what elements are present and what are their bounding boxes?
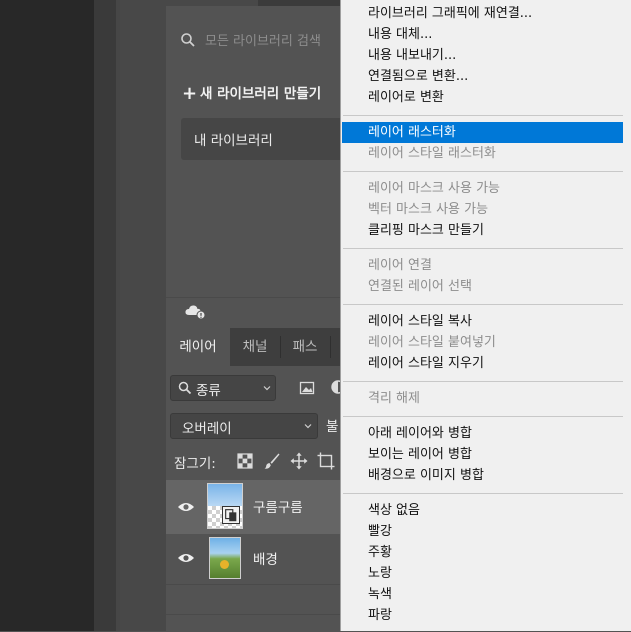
eye-icon[interactable] (177, 552, 195, 564)
menu-item[interactable]: 파랑 (342, 605, 623, 626)
layers-footer-bar (166, 614, 340, 632)
menu-item: 벡터 마스크 사용 가능 (368, 202, 489, 217)
lock-artboard-icon[interactable] (317, 452, 335, 470)
toolbar-strip (94, 0, 116, 631)
lock-label: 잠그기: (174, 456, 216, 472)
menu-item[interactable]: 녹색 (342, 584, 623, 605)
layers-tab-bar: 레이어 채널 패스 (166, 328, 340, 366)
layer-name[interactable]: 배경 (253, 548, 278, 568)
layers-panel (166, 326, 340, 631)
menu-item[interactable]: 보이는 레이어 병합 (342, 444, 623, 465)
menu-item[interactable]: 주황 (342, 542, 623, 563)
smart-object-icon (222, 506, 240, 524)
tab-paths[interactable]: 패스 (280, 328, 330, 366)
cloud-sync-icon[interactable] (184, 302, 208, 320)
menu-item[interactable]: 내용 대체... (342, 24, 623, 45)
layer-name[interactable]: 구름구름 (253, 496, 303, 516)
eye-icon[interactable] (177, 501, 195, 513)
tab-channels[interactable]: 채널 (230, 328, 280, 366)
menu-separator (343, 115, 623, 116)
menu-item[interactable]: 색상 없음 (342, 500, 623, 521)
menu-item: 격리 해제 (368, 391, 420, 406)
context-menu: 라이브러리 그래픽에 재연결... 내용 대체... 내용 내보내기... 연결됨으로… (340, 0, 631, 631)
canvas-area (0, 0, 94, 631)
kind-filter-label: 종류 (196, 383, 221, 399)
lock-position-move-icon[interactable] (290, 452, 308, 470)
menu-item[interactable]: 연결됨으로 변환... (342, 66, 623, 87)
menu-item[interactable]: 배경으로 이미지 병합 (342, 465, 623, 486)
library-search-input[interactable] (205, 30, 340, 52)
menu-item[interactable]: 아래 레이어와 병합 (342, 423, 623, 444)
menu-separator (343, 248, 623, 249)
search-icon (181, 33, 195, 47)
menu-item[interactable]: 레이어 래스터화 (342, 122, 623, 143)
menu-item[interactable]: 레이어 스타일 복사 (342, 311, 623, 332)
menu-item[interactable]: 노랑 (342, 563, 623, 584)
blend-mode-label: 오버레이 (182, 421, 232, 437)
new-library-label: 새 라이브러리 만들기 (200, 86, 322, 102)
menu-separator (343, 171, 623, 172)
menu-item: 레이어 연결 (368, 258, 432, 273)
menu-item: 레이어 마스크 사용 가능 (368, 181, 500, 196)
image-filter-icon[interactable] (299, 380, 315, 396)
new-library-button[interactable]: + 새 라이브러리 만들기 (182, 82, 340, 106)
opacity-label: 불 (326, 419, 339, 435)
chevron-down-icon (263, 386, 271, 391)
menu-item[interactable]: 내용 내보내기... (342, 45, 623, 66)
tab-layers[interactable]: 레이어 (166, 328, 230, 366)
search-icon (178, 381, 192, 395)
plus-icon: + (182, 83, 198, 104)
cloud-image (208, 484, 242, 506)
menu-separator (343, 304, 623, 305)
menu-item: 레이어 스타일 붙여넣기 (368, 335, 496, 350)
menu-item: 연결된 레이어 선택 (368, 279, 472, 294)
menu-separator (343, 416, 623, 417)
my-library-label: 내 라이브러리 (194, 133, 273, 149)
menu-item: 레이어 스타일 래스터화 (368, 146, 496, 161)
chevron-down-icon (304, 424, 312, 429)
lock-transparent-pixels-icon[interactable] (236, 452, 254, 470)
menu-separator (343, 381, 623, 382)
menu-item[interactable]: 라이브러리 그래픽에 재연결... (342, 3, 623, 24)
libraries-tab[interactable] (258, 0, 340, 6)
panel-icon-gutter (120, 0, 166, 631)
layer-thumbnail[interactable] (209, 537, 241, 579)
tab-divider (330, 336, 331, 358)
menu-separator (343, 493, 623, 494)
lock-image-pixels-icon[interactable] (263, 452, 281, 470)
menu-item[interactable]: 클리핑 마스크 만들기 (342, 220, 623, 241)
flower-image (220, 560, 229, 569)
menu-item[interactable]: 레이어로 변환 (342, 87, 623, 108)
menu-item[interactable]: 빨강 (342, 521, 623, 542)
menu-item[interactable]: 레이어 스타일 지우기 (342, 353, 623, 374)
